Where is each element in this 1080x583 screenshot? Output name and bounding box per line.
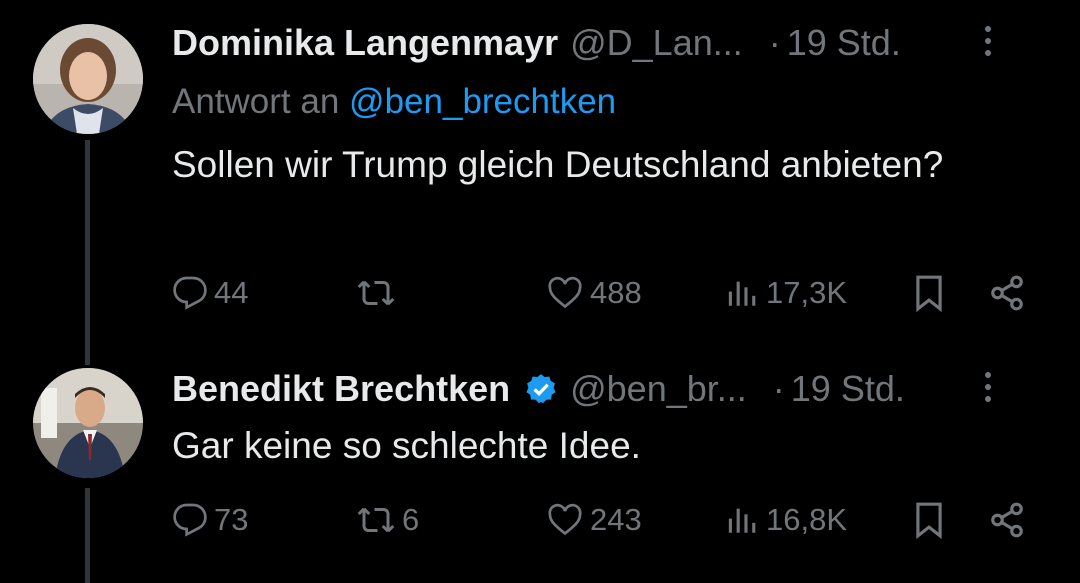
share-icon xyxy=(991,275,1023,311)
bookmark-icon xyxy=(916,275,942,312)
avatar[interactable] xyxy=(33,368,143,478)
share-icon xyxy=(991,502,1023,538)
author-name[interactable]: Dominika Langenmayr xyxy=(172,22,558,64)
like-count: 488 xyxy=(590,275,642,310)
bookmark-button[interactable] xyxy=(912,495,946,545)
analytics-icon xyxy=(728,508,756,533)
action-bar: 73 6 243 16,8K xyxy=(170,495,1040,545)
reply-icon xyxy=(173,503,207,537)
more-options-icon[interactable] xyxy=(980,364,996,410)
timestamp[interactable]: 19 Std. xyxy=(791,368,905,410)
tweet-text: Sollen wir Trump gleich Deutschland anbi… xyxy=(172,144,944,185)
timestamp[interactable]: 19 Std. xyxy=(787,22,901,64)
heart-icon xyxy=(548,503,582,536)
retweet-icon xyxy=(357,507,395,533)
reply-count: 73 xyxy=(214,502,249,537)
reply-button[interactable]: 73 xyxy=(172,495,248,545)
reply-mention-link[interactable]: @ben_brechtken xyxy=(349,82,616,121)
retweet-button[interactable] xyxy=(356,268,402,318)
views-button[interactable]: 17,3K xyxy=(726,268,847,318)
tweet-header: Benedikt Brechtken @ben_br... · 19 Std. xyxy=(172,366,1040,412)
like-count: 243 xyxy=(590,502,642,537)
reply-context: Antwort an @ben_brechtken xyxy=(172,82,616,122)
like-button[interactable]: 488 xyxy=(546,268,642,318)
action-bar: 44 488 17,3K xyxy=(170,268,1040,318)
tweet[interactable]: Dominika Langenmayr @D_Lan... · 19 Std. … xyxy=(0,0,1080,350)
author-name[interactable]: Benedikt Brechtken xyxy=(172,368,510,410)
separator-dot: · xyxy=(768,22,781,63)
tweet-text: Gar keine so schlechte Idee. xyxy=(172,425,641,466)
retweet-icon xyxy=(357,280,395,306)
retweet-button[interactable]: 6 xyxy=(356,495,419,545)
reply-icon xyxy=(173,276,207,310)
bookmark-button[interactable] xyxy=(912,268,946,318)
reply-count: 44 xyxy=(214,275,249,310)
share-button[interactable] xyxy=(988,268,1026,318)
view-count: 16,8K xyxy=(766,502,848,537)
share-button[interactable] xyxy=(988,495,1026,545)
tweet-header: Dominika Langenmayr @D_Lan... · 19 Std. xyxy=(172,20,1040,66)
heart-icon xyxy=(548,276,582,309)
more-options-icon[interactable] xyxy=(980,18,996,64)
author-handle[interactable]: @D_Lan... xyxy=(570,22,743,64)
reply-prefix: Antwort an xyxy=(172,82,340,121)
view-count: 17,3K xyxy=(766,275,848,310)
like-button[interactable]: 243 xyxy=(546,495,642,545)
tweet[interactable]: Benedikt Brechtken @ben_br... · 19 Std. … xyxy=(0,350,1080,583)
bookmark-icon xyxy=(916,502,942,539)
retweet-count: 6 xyxy=(402,502,420,537)
author-handle[interactable]: @ben_br... xyxy=(570,368,747,410)
views-button[interactable]: 16,8K xyxy=(726,495,847,545)
reply-button[interactable]: 44 xyxy=(172,268,248,318)
analytics-icon xyxy=(728,281,756,306)
verified-badge-icon xyxy=(526,374,556,404)
separator-dot: · xyxy=(772,368,785,409)
avatar[interactable] xyxy=(33,24,143,134)
